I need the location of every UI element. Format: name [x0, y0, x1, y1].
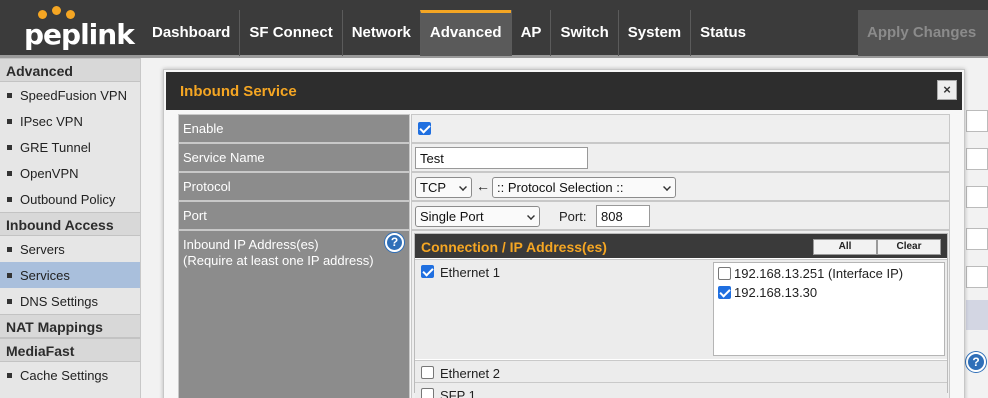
bullet-icon: [7, 273, 12, 278]
interface-row-ethernet-1: Ethernet 1 192.168.13.251 (Interface IP)…: [415, 259, 947, 359]
sidebar-item-cache-settings[interactable]: Cache Settings: [0, 362, 140, 388]
sidebar-item-servers[interactable]: Servers: [0, 236, 140, 262]
background-field: [966, 110, 988, 132]
background-field: [966, 266, 988, 288]
service-name-input[interactable]: [415, 147, 588, 169]
sidebar-item-label: Servers: [20, 242, 65, 257]
interface-name: Ethernet 2: [440, 366, 500, 381]
inbound-ip-label: Inbound IP Address(es) (Require at least…: [178, 230, 410, 398]
chevron-down-icon: [663, 183, 671, 191]
nav-advanced[interactable]: Advanced: [419, 10, 511, 56]
sidebar-item-gre-tunnel[interactable]: GRE Tunnel: [0, 134, 140, 160]
sidebar-item-label: Outbound Policy: [20, 192, 116, 207]
sidebar-item-dns-settings[interactable]: DNS Settings: [0, 288, 140, 314]
bullet-icon: [7, 373, 12, 378]
sidebar-item-ipsec-vpn[interactable]: IPsec VPN: [0, 108, 140, 134]
ethernet-2-checkbox[interactable]: [421, 366, 434, 379]
bullet-icon: [7, 145, 12, 150]
interface-row-ethernet-2: Ethernet 2: [415, 360, 947, 382]
sidebar-section-nat-mappings[interactable]: NAT Mappings: [0, 314, 140, 338]
enable-checkbox[interactable]: [418, 122, 431, 135]
bullet-icon: [7, 119, 12, 124]
sidebar-item-services[interactable]: Services: [0, 262, 140, 288]
ip-checkbox[interactable]: [718, 267, 731, 280]
port-type-value: Single Port: [420, 209, 484, 224]
nav-system[interactable]: System: [617, 10, 690, 56]
sidebar-item-label: Cache Settings: [20, 368, 109, 383]
sidebar-item-speedfusion-vpn[interactable]: SpeedFusion VPN: [0, 82, 140, 108]
nav-sf-connect[interactable]: SF Connect: [239, 10, 341, 56]
sfp-1-checkbox[interactable]: [421, 388, 434, 398]
left-arrow-icon: ←: [476, 178, 490, 194]
sidebar-item-label: OpenVPN: [20, 166, 79, 181]
help-icon[interactable]: ?: [966, 352, 986, 372]
ethernet-1-checkbox[interactable]: [421, 265, 434, 278]
bullet-icon: [7, 197, 12, 202]
nav-ap[interactable]: AP: [510, 10, 551, 56]
ip-address: 192.168.13.251 (Interface IP): [734, 266, 904, 281]
help-icon[interactable]: ?: [385, 233, 404, 252]
background-field: [966, 186, 988, 208]
interface-name: Ethernet 1: [440, 265, 500, 280]
sidebar-item-outbound-policy[interactable]: Outbound Policy: [0, 186, 140, 212]
logo-text: peplink: [24, 18, 135, 51]
protocol-selection-value: :: Protocol Selection ::: [497, 180, 624, 195]
sidebar-section-advanced: Advanced: [0, 58, 140, 82]
close-icon[interactable]: ×: [937, 80, 957, 100]
sidebar-item-label: Services: [20, 268, 70, 283]
dialog-title: Inbound Service: [166, 72, 962, 110]
nav-status[interactable]: Status: [690, 10, 755, 56]
connection-ip-panel: Connection / IP Address(es) All Clear Et…: [414, 233, 948, 398]
enable-label: Enable: [178, 114, 410, 143]
background-field: [966, 228, 988, 250]
port-label: Port: [178, 201, 410, 230]
port-number-label: Port:: [559, 209, 587, 224]
protocol-label: Protocol: [178, 172, 410, 201]
inbound-service-dialog: Inbound Service × Enable Service Name Pr…: [163, 69, 965, 398]
main-nav: Dashboard SF Connect Network Advanced AP…: [143, 10, 755, 56]
chevron-down-icon: [527, 212, 535, 220]
interface-name: SFP 1: [440, 388, 476, 398]
peplink-logo[interactable]: peplink: [24, 6, 135, 52]
bullet-icon: [7, 247, 12, 252]
sidebar-item-label: SpeedFusion VPN: [20, 88, 127, 103]
bullet-icon: [7, 171, 12, 176]
port-type-select[interactable]: Single Port: [415, 206, 540, 227]
nav-dashboard[interactable]: Dashboard: [143, 10, 239, 56]
sidebar-item-label: IPsec VPN: [20, 114, 83, 129]
sidebar-item-openvpn[interactable]: OpenVPN: [0, 160, 140, 186]
service-name-label: Service Name: [178, 143, 410, 172]
nav-network[interactable]: Network: [341, 10, 420, 56]
bullet-icon: [7, 93, 12, 98]
ip-address-list: 192.168.13.251 (Interface IP) 192.168.13…: [713, 262, 945, 356]
apply-changes-button[interactable]: Apply Changes: [858, 10, 988, 56]
chevron-down-icon: [459, 183, 467, 191]
ip-checkbox[interactable]: [718, 286, 731, 299]
ip-address: 192.168.13.30: [734, 285, 818, 300]
background-field: [966, 148, 988, 170]
nav-switch[interactable]: Switch: [550, 10, 617, 56]
clear-button[interactable]: Clear: [877, 239, 941, 255]
background-band: [966, 300, 988, 330]
bullet-icon: [7, 299, 12, 304]
port-number-input[interactable]: [596, 205, 650, 227]
sidebar-item-label: GRE Tunnel: [20, 140, 91, 155]
select-all-button[interactable]: All: [813, 239, 877, 255]
sidebar-item-label: DNS Settings: [20, 294, 99, 309]
protocol-select-value: TCP: [420, 180, 446, 195]
sidebar-section-inbound-access: Inbound Access: [0, 212, 140, 236]
sidebar-section-mediafast: MediaFast: [0, 338, 140, 362]
top-navigation-bar: peplink Dashboard SF Connect Network Adv…: [0, 0, 988, 58]
sidebar: Advanced SpeedFusion VPN IPsec VPN GRE T…: [0, 58, 141, 398]
protocol-selection-select[interactable]: :: Protocol Selection ::: [492, 177, 676, 198]
interface-row-sfp-1: SFP 1: [415, 382, 947, 398]
protocol-select[interactable]: TCP: [415, 177, 472, 198]
